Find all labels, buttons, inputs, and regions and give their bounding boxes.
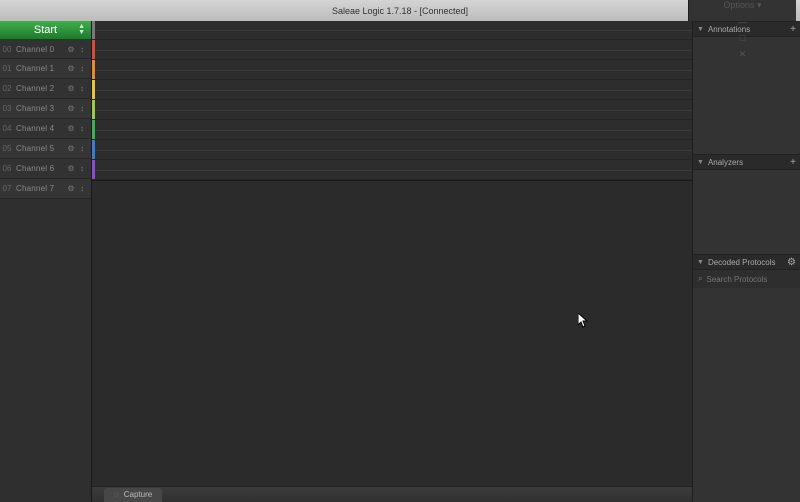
decoded-panel-header[interactable]: ▼ Decoded Protocols ⚙ (693, 254, 800, 270)
waveform-track[interactable] (92, 60, 692, 80)
channel-index: 05 (0, 144, 14, 153)
trace-area[interactable] (95, 60, 692, 79)
channel-gear-icon[interactable]: ⚙ (65, 184, 77, 193)
capture-tab-icon: ◌ (114, 490, 119, 499)
channel-row[interactable]: 00Channel 0⚙↕ (0, 40, 91, 59)
waveform-track[interactable] (92, 120, 692, 140)
start-spinner-icon[interactable]: ▲▼ (78, 24, 85, 36)
trace-area[interactable] (95, 160, 692, 179)
capture-tab[interactable]: ◌ Capture (104, 488, 162, 502)
titlebar: Saleae Logic 1.7.18 - [Connected] Option… (0, 0, 800, 21)
channel-trigger-icon[interactable]: ↕ (77, 184, 91, 193)
decoded-title: Decoded Protocols (708, 258, 787, 267)
decoded-panel (693, 288, 800, 502)
protocol-search: ⌕ (693, 270, 800, 288)
trace-area[interactable] (95, 21, 692, 39)
collapse-icon: ▼ (697, 159, 704, 166)
channel-name: Channel 6 (14, 164, 65, 173)
search-icon: ⌕ (698, 274, 702, 284)
add-annotation-button[interactable]: + (790, 24, 796, 35)
channel-gear-icon[interactable]: ⚙ (65, 64, 77, 73)
channel-gear-icon[interactable]: ⚙ (65, 164, 77, 173)
channel-name: Channel 3 (14, 104, 65, 113)
annotations-title: Annotations (708, 25, 790, 34)
waveform-track[interactable] (92, 140, 692, 160)
waveform-track[interactable] (92, 21, 692, 40)
footer-bar: ◌ Capture (92, 486, 692, 502)
trace-area[interactable] (95, 120, 692, 139)
waveform-canvas[interactable]: ◀ ▶ ◌ Capture (92, 21, 692, 502)
channel-index: 00 (0, 45, 14, 54)
channel-trigger-icon[interactable]: ↕ (77, 124, 91, 133)
channel-sidebar: Start ▲▼ 00Channel 0⚙↕01Channel 1⚙↕02Cha… (0, 21, 92, 502)
channel-row[interactable]: 03Channel 3⚙↕ (0, 99, 91, 119)
channel-row[interactable]: 07Channel 7⚙↕ (0, 179, 91, 199)
trace-area[interactable] (95, 80, 692, 99)
channel-trigger-icon[interactable]: ↕ (77, 64, 91, 73)
options-menu[interactable]: Options ▾ (723, 0, 761, 11)
channel-gear-icon[interactable]: ⚙ (65, 144, 77, 153)
analyzers-panel (693, 170, 800, 254)
protocol-search-input[interactable] (706, 275, 800, 284)
channel-row[interactable]: 06Channel 6⚙↕ (0, 159, 91, 179)
channel-index: 03 (0, 104, 14, 113)
add-analyzer-button[interactable]: + (790, 157, 796, 168)
channel-index: 06 (0, 164, 14, 173)
trace-area[interactable] (95, 100, 692, 119)
window-title: Saleae Logic 1.7.18 - [Connected] (332, 6, 468, 16)
collapse-icon: ▼ (697, 259, 704, 266)
waveform-track[interactable] (92, 40, 692, 60)
channel-row[interactable]: 05Channel 5⚙↕ (0, 139, 91, 159)
channel-trigger-icon[interactable]: ↕ (77, 84, 91, 93)
channel-name: Channel 5 (14, 144, 65, 153)
channel-gear-icon[interactable]: ⚙ (65, 124, 77, 133)
waveform-track[interactable] (92, 100, 692, 120)
channel-row[interactable]: 01Channel 1⚙↕ (0, 59, 91, 79)
close-button[interactable]: ✕ (737, 49, 749, 60)
channel-name: Channel 4 (14, 124, 65, 133)
channel-trigger-icon[interactable]: ↕ (77, 104, 91, 113)
capture-tab-label: Capture (124, 490, 152, 499)
channel-name: Channel 1 (14, 64, 65, 73)
channel-trigger-icon[interactable]: ↕ (77, 45, 91, 54)
waveform-track[interactable] (92, 160, 692, 180)
maximize-button[interactable]: □ (737, 33, 749, 43)
decoded-settings-button[interactable]: ⚙ (787, 257, 796, 268)
channel-name: Channel 2 (14, 84, 65, 93)
channel-name: Channel 0 (14, 45, 65, 54)
trace-area[interactable] (95, 40, 692, 59)
channel-gear-icon[interactable]: ⚙ (65, 84, 77, 93)
channel-gear-icon[interactable]: ⚙ (65, 45, 77, 54)
channel-trigger-icon[interactable]: ↕ (77, 164, 91, 173)
trace-area[interactable] (95, 140, 692, 159)
start-button[interactable]: Start ▲▼ (0, 21, 91, 40)
waveform-track[interactable] (92, 80, 692, 100)
channel-row[interactable]: 04Channel 4⚙↕ (0, 119, 91, 139)
right-sidebar: ▼ Annotations + ▼ Analyzers + ▼ Decoded … (692, 21, 800, 502)
channel-name: Channel 7 (14, 184, 65, 193)
channel-index: 07 (0, 184, 14, 193)
channel-gear-icon[interactable]: ⚙ (65, 104, 77, 113)
channel-index: 02 (0, 84, 14, 93)
channel-trigger-icon[interactable]: ↕ (77, 144, 91, 153)
channel-index: 04 (0, 124, 14, 133)
minimize-button[interactable]: — (737, 17, 749, 27)
analyzers-title: Analyzers (708, 158, 790, 167)
analyzers-panel-header[interactable]: ▼ Analyzers + (693, 154, 800, 170)
collapse-icon: ▼ (697, 26, 704, 33)
channel-row[interactable]: 02Channel 2⚙↕ (0, 79, 91, 99)
channel-index: 01 (0, 64, 14, 73)
